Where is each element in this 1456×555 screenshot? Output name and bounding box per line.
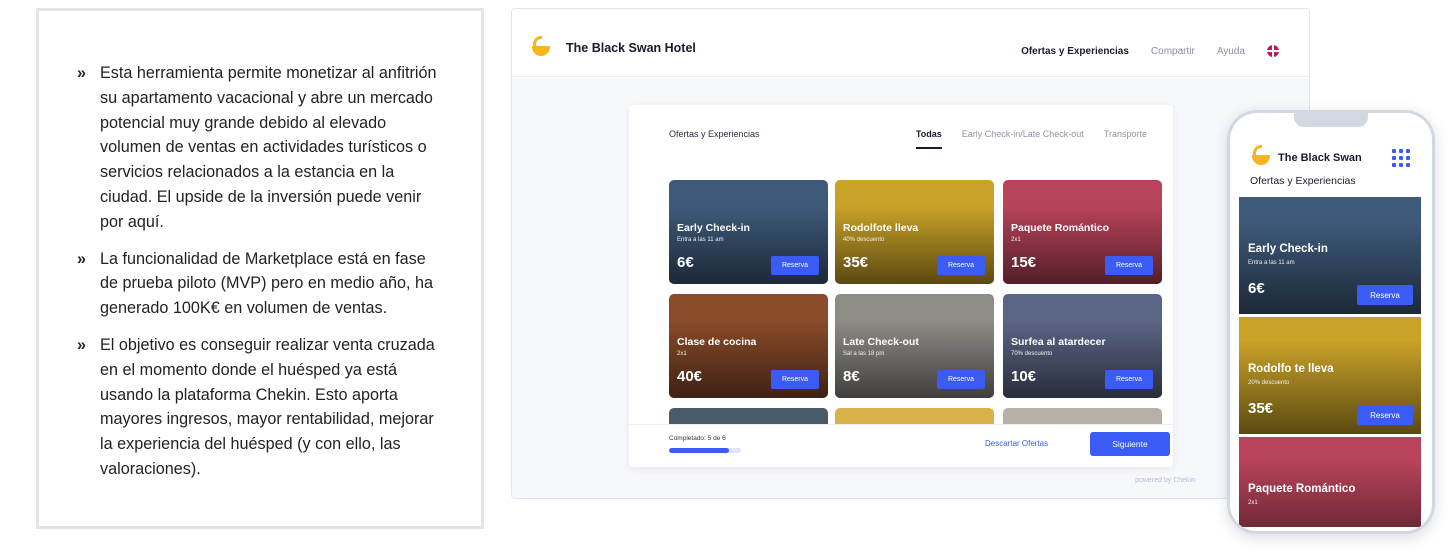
next-button[interactable]: Siguiente — [1090, 432, 1170, 456]
bullet-text: El objetivo es conseguir realizar venta … — [100, 335, 435, 478]
reserve-button[interactable]: Reserva — [937, 256, 985, 275]
offer-name: Clase de cocina — [677, 336, 757, 348]
grid-menu-icon[interactable] — [1392, 149, 1410, 167]
text-panel: » Esta herramienta permite monetizar al a… — [36, 8, 484, 529]
nav-offers[interactable]: Ofertas y Experiencias — [1021, 46, 1129, 57]
offer-price: 35€ — [843, 254, 869, 271]
bullet-text: Esta herramienta permite monetizar al an… — [100, 64, 437, 231]
swan-logo-icon — [530, 36, 552, 58]
offer-subtitle: 20% descuento — [1248, 380, 1290, 386]
offer-name: Late Check-out — [843, 336, 919, 348]
panel-title: Ofertas y Experiencias — [669, 129, 760, 139]
phone-mockup: The Black Swan Ofertas y Experiencias Ea… — [1227, 110, 1435, 534]
offer-name: Early Check-in — [677, 222, 750, 234]
top-nav: Ofertas y Experiencias Compartir Ayuda — [1021, 45, 1279, 57]
tab-checkin-checkout[interactable]: Early Check-in/Late Check-out — [962, 129, 1084, 149]
reserve-button[interactable]: Reserva — [1105, 370, 1153, 389]
offer-subtitle: 2x1 — [1011, 237, 1021, 243]
offer-name: Rodolfo te lleva — [1248, 363, 1334, 375]
offer-subtitle: 2x1 — [677, 351, 687, 357]
offer-subtitle: Sal a las 18 pm — [843, 351, 885, 357]
offer-card[interactable]: Rodolfote lleva 40% descuento 35€ Reserv… — [835, 180, 994, 284]
discard-offers-link[interactable]: Descartar Ofertas — [985, 439, 1048, 448]
nav-help[interactable]: Ayuda — [1217, 46, 1245, 57]
bullet-text: La funcionalidad de Marketplace está en … — [100, 249, 433, 318]
offer-subtitle: 40% descuento — [843, 237, 885, 243]
reserve-button[interactable]: Reserva — [1357, 285, 1413, 305]
offer-card[interactable] — [669, 408, 828, 424]
hotel-name: The Black Swan — [1278, 152, 1362, 164]
offer-price: 35€ — [1248, 400, 1274, 417]
offer-price: 15€ — [1011, 254, 1037, 271]
filter-tabs: Todas Early Check-in/Late Check-out Tran… — [915, 129, 1147, 149]
swan-logo-icon — [1250, 145, 1272, 167]
progress-label: Completado: 5 de 6 — [669, 435, 726, 442]
language-flag-icon[interactable] — [1267, 45, 1279, 57]
bullet-item: » Esta herramienta permite monetizar al a… — [77, 61, 447, 235]
reserve-button[interactable]: Reserva — [1105, 256, 1153, 275]
bullet-item: » La funcionalidad de Marketplace está en… — [77, 247, 447, 321]
desktop-mockup: The Black Swan Hotel Ofertas y Experienc… — [511, 8, 1310, 499]
offer-card[interactable]: Surfea al atardecer 70% descuento 10€ Re… — [1003, 294, 1162, 398]
offer-name: Surfea al atardecer — [1011, 336, 1106, 348]
offer-subtitle: Entra a las 11 am — [1248, 260, 1295, 266]
offer-card[interactable]: Rodolfo te lleva 20% descuento 35€ Reser… — [1239, 317, 1421, 434]
offer-price: 8€ — [843, 368, 860, 385]
bullet-marker: » — [77, 249, 87, 268]
bullet-marker: » — [77, 64, 87, 82]
bullet-marker: » — [77, 335, 87, 354]
panel-footer: Completado: 5 de 6 Descartar Ofertas Sig… — [629, 424, 1173, 467]
offer-card[interactable]: Early Check-in Entra a las 11 am 6€ Rese… — [1239, 197, 1421, 314]
desktop-body: Ofertas y Experiencias Todas Early Check… — [512, 78, 1309, 498]
offer-name: Early Check-in — [1248, 243, 1328, 255]
progress-bar — [669, 448, 741, 453]
offer-price: 10€ — [1011, 368, 1037, 385]
offer-name: Rodolfote lleva — [843, 222, 919, 234]
reserve-button[interactable]: Reserva — [1357, 405, 1413, 425]
offer-card[interactable]: Clase de cocina 2x1 40€ Reserva — [669, 294, 828, 398]
offer-card[interactable]: Late Check-out Sal a las 18 pm 8€ Reserv… — [835, 294, 994, 398]
progress-fill — [669, 448, 729, 453]
offer-price: 6€ — [677, 254, 694, 271]
powered-by: powered by Chekin — [1135, 477, 1195, 484]
phone-notch — [1294, 113, 1368, 127]
phone-offer-list: Early Check-in Entra a las 11 am 6€ Rese… — [1239, 197, 1421, 527]
offer-subtitle: 70% descuento — [1011, 351, 1053, 357]
tab-transport[interactable]: Transporte — [1104, 129, 1147, 149]
offer-card[interactable] — [835, 408, 994, 424]
tab-all[interactable]: Todas — [915, 129, 942, 149]
offer-name: Paquete Romántico — [1011, 222, 1110, 234]
reserve-button[interactable]: Reserva — [937, 370, 985, 389]
offer-card[interactable]: Paquete Romántico 2x1 15€ Reserva — [1003, 180, 1162, 284]
desktop-header: The Black Swan Hotel Ofertas y Experienc… — [512, 9, 1309, 77]
bullet-list: » Esta herramienta permite monetizar al a… — [77, 61, 447, 482]
bullet-item: » El objetivo es conseguir realizar venta… — [77, 333, 447, 482]
offer-subtitle: Entra a las 11 am — [677, 237, 724, 243]
reserve-button[interactable]: Reserva — [771, 370, 819, 389]
offers-grid: Early Check-in Entra a las 11 am 6€ Rese… — [669, 180, 1165, 424]
slide: » Esta herramienta permite monetizar al a… — [0, 0, 1456, 555]
offer-card[interactable]: Paquete Romántico 2x1 — [1239, 437, 1421, 527]
offers-panel: Ofertas y Experiencias Todas Early Check… — [629, 105, 1173, 467]
nav-share[interactable]: Compartir — [1151, 46, 1195, 57]
reserve-button[interactable]: Reserva — [771, 256, 819, 275]
offer-name: Paquete Romántico — [1248, 483, 1356, 495]
offer-card[interactable]: Early Check-in Entra a las 11 am 6€ Rese… — [669, 180, 828, 284]
phone-subtitle: Ofertas y Experiencias — [1250, 175, 1356, 187]
offer-price: 6€ — [1248, 280, 1265, 297]
offer-subtitle: 2x1 — [1248, 500, 1258, 506]
hotel-name: The Black Swan Hotel — [566, 41, 696, 55]
offer-price: 40€ — [677, 368, 703, 385]
offer-card[interactable] — [1003, 408, 1162, 424]
